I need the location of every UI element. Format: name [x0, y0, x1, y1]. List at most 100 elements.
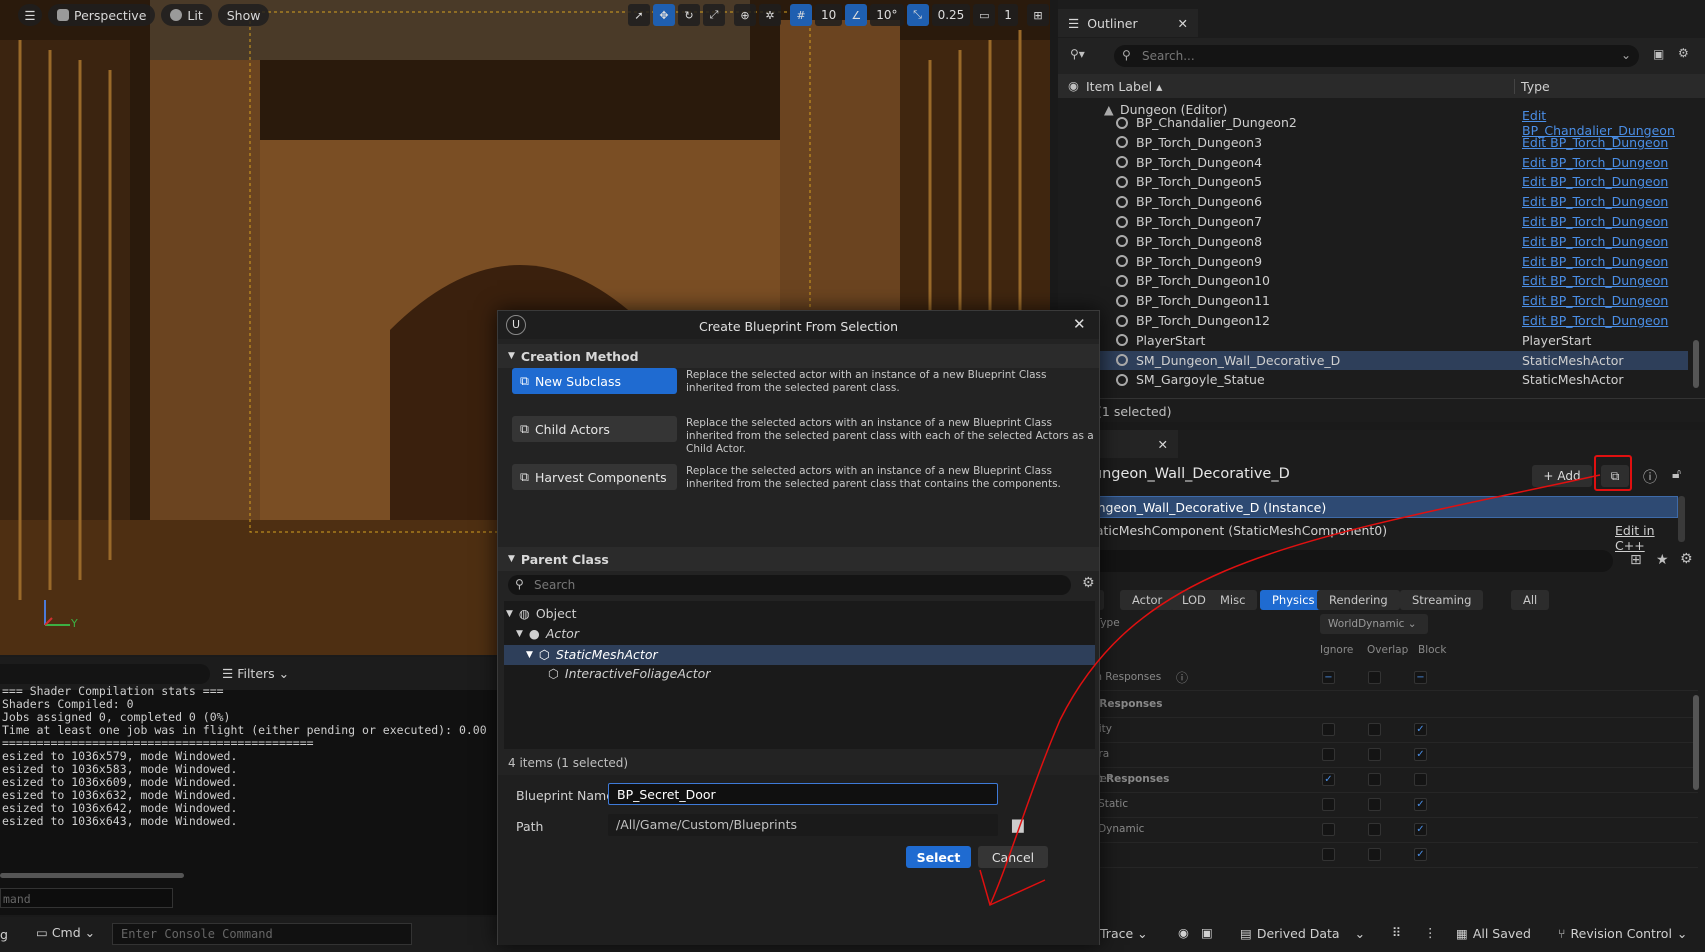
- grid-snap-icon[interactable]: #: [790, 4, 812, 26]
- response-checkbox[interactable]: [1322, 798, 1335, 811]
- tab-rendering[interactable]: Rendering: [1317, 590, 1400, 610]
- more-icon[interactable]: ⋮: [1424, 925, 1437, 940]
- angle-snap-value[interactable]: 10°: [870, 4, 904, 26]
- parent-class-header[interactable]: ▼ Parent Class: [498, 547, 1099, 571]
- cmd-dropdown[interactable]: ▭ Cmd ⌄: [36, 925, 95, 940]
- outliner-row-type[interactable]: Edit BP_Torch_Dungeon: [1522, 293, 1668, 308]
- perspective-button[interactable]: Perspective: [48, 4, 156, 26]
- outliner-row-type[interactable]: Edit BP_Torch_Dungeon: [1522, 214, 1668, 229]
- console-command-input[interactable]: Enter Console Command: [112, 923, 412, 945]
- lock-icon[interactable]: 🔓︎: [1672, 466, 1681, 482]
- response-checkbox[interactable]: [1322, 848, 1335, 861]
- method-new-subclass-button[interactable]: ⧉ New Subclass: [512, 368, 677, 394]
- add-folder-icon[interactable]: ▣: [1653, 47, 1664, 61]
- outliner-row-type[interactable]: Edit BP_Torch_Dungeon: [1522, 194, 1668, 209]
- edit-in-cpp-link[interactable]: Edit in C++: [1615, 523, 1678, 553]
- gear-icon[interactable]: ⚙: [1082, 575, 1095, 591]
- rotate-icon[interactable]: ↻: [678, 4, 700, 26]
- response-checkbox[interactable]: [1368, 848, 1381, 861]
- close-icon[interactable]: ✕: [1178, 16, 1188, 31]
- creation-method-header[interactable]: ▼ Creation Method: [498, 344, 1099, 368]
- screenshot-icon[interactable]: ▣: [1201, 925, 1213, 940]
- tree-item-object[interactable]: ▼ ◍ Object: [506, 606, 577, 621]
- select-button[interactable]: Select: [906, 846, 971, 868]
- response-checkbox[interactable]: [1368, 798, 1381, 811]
- outliner-row-type[interactable]: Edit BP_Torch_Dungeon: [1522, 135, 1668, 150]
- add-component-button[interactable]: + Add: [1532, 465, 1592, 487]
- star-icon[interactable]: ★: [1656, 552, 1669, 568]
- tree-item-actor[interactable]: ▼ ● Actor: [516, 626, 579, 641]
- tab-misc[interactable]: Misc: [1208, 590, 1258, 610]
- trace-button[interactable]: Trace ⌄: [1100, 926, 1148, 941]
- revision-control-button[interactable]: ⑂ Revision Control ⌄: [1558, 926, 1687, 941]
- help-icon[interactable]: ⓘ: [1643, 467, 1657, 487]
- close-icon[interactable]: ✕: [1158, 437, 1168, 452]
- outliner-row[interactable]: BP_Torch_Dungeon5 Edit BP_Torch_Dungeon: [1058, 172, 1688, 191]
- derived-data-button[interactable]: ▤ Derived Data ⌄: [1240, 926, 1365, 941]
- response-checkbox[interactable]: ✓: [1414, 723, 1427, 736]
- tree-item-staticmeshactor[interactable]: ▼ ⬡ StaticMeshActor: [504, 645, 1095, 665]
- table-view-icon[interactable]: ⊞: [1630, 552, 1642, 568]
- tab-actor[interactable]: Actor: [1120, 590, 1175, 610]
- select-mode-icon[interactable]: ➚: [628, 4, 650, 26]
- angle-snap-icon[interactable]: ∠: [845, 4, 868, 26]
- outliner-row[interactable]: BP_Torch_Dungeon9 Edit BP_Torch_Dungeon: [1058, 252, 1688, 271]
- block-all-checkbox[interactable]: −: [1414, 671, 1427, 684]
- filters-button[interactable]: ☰ Filters ⌄: [222, 666, 289, 681]
- response-checkbox[interactable]: ✓: [1414, 823, 1427, 836]
- cancel-button[interactable]: Cancel: [978, 846, 1048, 868]
- grid-snap-value[interactable]: 10: [815, 4, 843, 26]
- outliner-row-type[interactable]: Edit BP_Torch_Dungeon: [1522, 234, 1668, 249]
- outliner-row[interactable]: BP_Torch_Dungeon11 Edit BP_Torch_Dungeon: [1058, 291, 1688, 310]
- folder-icon[interactable]: ▆: [1012, 815, 1024, 833]
- blueprint-name-input[interactable]: BP_Secret_Door: [608, 783, 998, 805]
- response-checkbox[interactable]: [1368, 823, 1381, 836]
- grid-icon[interactable]: ⠿: [1392, 925, 1401, 940]
- outliner-row-type[interactable]: Edit BP_Torch_Dungeon: [1522, 273, 1668, 288]
- path-field[interactable]: /All/Game/Custom/Blueprints: [608, 814, 998, 836]
- scale-icon[interactable]: ⤢: [703, 4, 725, 26]
- outliner-row-type[interactable]: Edit BP_Torch_Dungeon: [1522, 155, 1668, 170]
- outliner-row[interactable]: SM_Dungeon_Wall_Decorative_D StaticMeshAc…: [1058, 350, 1688, 370]
- details-search-input[interactable]: earch: [1058, 550, 1613, 572]
- filter-icon[interactable]: ⚲▾: [1070, 47, 1085, 61]
- outliner-row[interactable]: PlayerStart PlayerStart: [1058, 331, 1688, 350]
- camera-speed-value[interactable]: 1: [998, 4, 1018, 26]
- method-child-actors-button[interactable]: ⧉ Child Actors: [512, 416, 677, 442]
- gear-icon[interactable]: ⚙: [1680, 551, 1693, 567]
- method-harvest-components-button[interactable]: ⧉ Harvest Components: [512, 464, 677, 490]
- world-space-icon[interactable]: ⊕: [734, 4, 756, 26]
- all-saved-button[interactable]: ▦ All Saved: [1456, 926, 1531, 941]
- translate-icon[interactable]: ✥: [653, 4, 675, 26]
- lit-button[interactable]: Lit: [161, 4, 212, 26]
- show-button[interactable]: Show: [217, 4, 270, 26]
- response-checkbox[interactable]: [1322, 823, 1335, 836]
- component-instance-row[interactable]: M_Dungeon_Wall_Decorative_D (Instance): [1058, 496, 1678, 518]
- details-scrollbar[interactable]: [1693, 695, 1699, 790]
- outliner-row[interactable]: BP_Torch_Dungeon3 Edit BP_Torch_Dungeon: [1058, 133, 1688, 152]
- object-type-dropdown[interactable]: WorldDynamic ⌄: [1320, 614, 1428, 634]
- outliner-row[interactable]: BP_Chandalier_Dungeon2 Edit BP_Chandalier…: [1058, 108, 1688, 138]
- outliner-row[interactable]: BP_Torch_Dungeon6 Edit BP_Torch_Dungeon: [1058, 192, 1688, 211]
- parent-class-search-input[interactable]: ⚲ Search: [508, 575, 1071, 595]
- response-checkbox[interactable]: ✓: [1414, 798, 1427, 811]
- outliner-row[interactable]: BP_Torch_Dungeon4 Edit BP_Torch_Dungeon: [1058, 153, 1688, 172]
- chevron-down-icon[interactable]: ⌄: [1621, 48, 1631, 62]
- tab-all[interactable]: All: [1511, 590, 1550, 610]
- tab-outliner[interactable]: ☰ Outliner ✕: [1058, 9, 1198, 37]
- column-item-label[interactable]: Item Label ▴: [1086, 79, 1162, 94]
- outliner-row[interactable]: BP_Torch_Dungeon7 Edit BP_Torch_Dungeon: [1058, 212, 1688, 231]
- components-scrollbar[interactable]: [1678, 496, 1685, 542]
- surface-snap-icon[interactable]: ✲: [759, 4, 781, 26]
- layout-icon[interactable]: ⊞: [1026, 4, 1049, 26]
- outliner-search-input[interactable]: ⚲ Search... ⌄: [1114, 45, 1639, 67]
- response-checkbox[interactable]: [1322, 723, 1335, 736]
- response-checkbox[interactable]: ✓: [1414, 848, 1427, 861]
- outliner-row-type[interactable]: Edit BP_Torch_Dungeon: [1522, 313, 1668, 328]
- log-scrollbar[interactable]: [0, 873, 184, 878]
- outliner-row-type[interactable]: Edit BP_Torch_Dungeon: [1522, 174, 1668, 189]
- outliner-row-type[interactable]: Edit BP_Torch_Dungeon: [1522, 254, 1668, 269]
- viewport-menu-button[interactable]: ☰: [18, 4, 42, 26]
- scale-snap-value[interactable]: 0.25: [931, 4, 971, 26]
- camera-speed-icon[interactable]: ▭: [973, 4, 996, 26]
